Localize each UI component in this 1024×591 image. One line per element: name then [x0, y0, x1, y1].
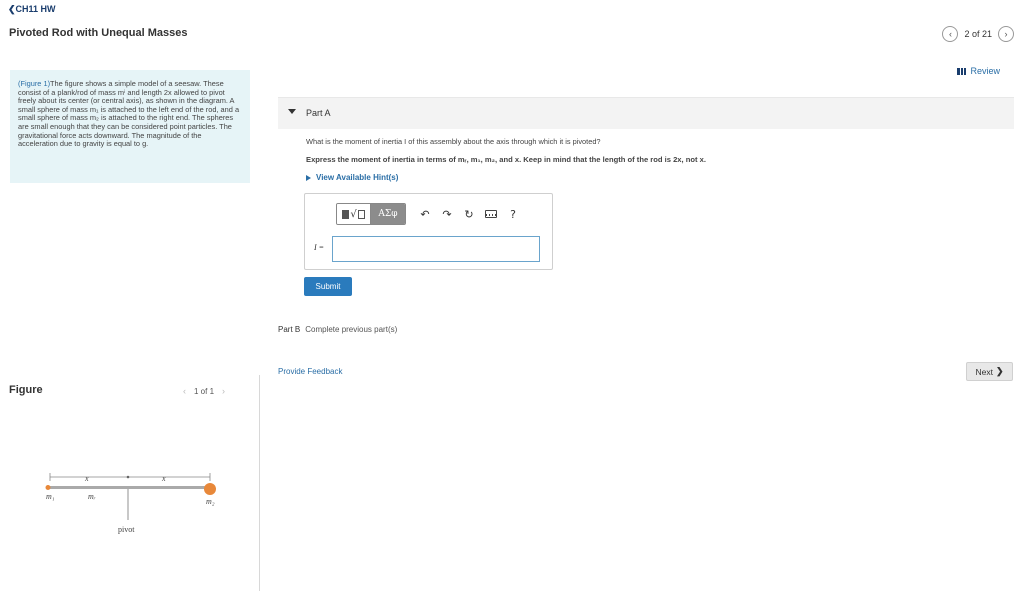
seesaw-diagram: x x m₁ mᵣ m₂ pivot	[45, 473, 216, 534]
panel-divider	[259, 375, 260, 591]
hints-label: View Available Hint(s)	[316, 173, 399, 182]
radical-icon: √	[350, 208, 357, 220]
part-a-header[interactable]	[278, 97, 1014, 129]
problem-pager: ‹ 2 of 21 ›	[942, 26, 1014, 42]
figure-pager: ‹ 1 of 1 ›	[183, 386, 225, 396]
figure-prev-button[interactable]: ‹	[183, 386, 186, 396]
figure-pager-text: 1 of 1	[194, 386, 215, 396]
sphere-m2	[204, 483, 216, 495]
part-a-label: Part A	[306, 108, 331, 118]
answer-input[interactable]	[332, 236, 540, 262]
sphere-m1	[45, 485, 51, 490]
undo-icon[interactable]: ↶	[414, 208, 436, 221]
part-b-row: Part B Complete previous part(s)	[278, 325, 397, 334]
review-link[interactable]: Review	[957, 66, 1000, 76]
m1-label: m₁	[46, 492, 55, 501]
input-label: I =	[314, 243, 325, 252]
dimension-center-dot	[126, 475, 130, 479]
pager-text: 2 of 21	[964, 29, 992, 39]
view-hints-link[interactable]: View Available Hint(s)	[306, 173, 398, 182]
figure-next-button[interactable]: ›	[222, 386, 225, 396]
keyboard-icon[interactable]	[485, 210, 497, 218]
greek-symbols-button[interactable]: AΣφ	[371, 204, 405, 224]
template-box-icon	[357, 209, 365, 219]
pivot-label: pivot	[118, 525, 135, 534]
chevron-right-icon: ›	[1004, 29, 1008, 39]
m2-label: m₂	[206, 497, 215, 506]
review-label: Review	[970, 66, 1000, 76]
chevron-left-icon: ❮	[8, 4, 16, 14]
page-title: Pivoted Rod with Unequal Masses	[9, 27, 188, 39]
chevron-right-icon: ❯	[995, 366, 1004, 376]
submit-button[interactable]: Submit	[304, 277, 352, 296]
back-link-label: CH11 HW	[15, 4, 56, 14]
mr-label: mᵣ	[88, 492, 96, 501]
problem-description: (Figure 1)The figure shows a simple mode…	[10, 70, 250, 183]
reset-icon[interactable]: ↻	[458, 208, 480, 221]
x-label-left: x	[84, 474, 89, 483]
previous-problem-button[interactable]: ‹	[942, 26, 959, 42]
x-label-right: x	[161, 474, 166, 483]
part-a-instruction: Express the moment of inertia in terms o…	[306, 155, 706, 164]
next-problem-button[interactable]: ›	[998, 26, 1014, 42]
help-button[interactable]: ?	[502, 208, 524, 221]
rod	[48, 486, 210, 489]
review-icon	[957, 67, 967, 75]
collapse-arrow-icon[interactable]	[288, 109, 296, 114]
part-b-status: Complete previous part(s)	[305, 325, 398, 334]
template-square-icon	[342, 209, 350, 219]
description-text: The figure shows a simple model of a see…	[18, 79, 240, 149]
template-button-group: √ AΣφ	[336, 203, 406, 225]
provide-feedback-link[interactable]: Provide Feedback	[278, 367, 342, 376]
chevron-left-icon: ‹	[948, 29, 952, 39]
redo-icon[interactable]: ↷	[436, 208, 458, 221]
part-a-question: What is the moment of inertia I of this …	[306, 137, 601, 146]
next-label: Next	[975, 366, 993, 377]
figure-heading: Figure	[9, 384, 43, 396]
back-link[interactable]: ❮CH11 HW	[8, 4, 56, 15]
templates-button[interactable]: √	[337, 204, 371, 224]
caret-right-icon	[306, 174, 311, 181]
math-toolbar: √ AΣφ ↶ ↷ ↻ ?	[336, 203, 524, 225]
part-b-label: Part B	[278, 325, 301, 334]
next-button[interactable]: Next ❯	[966, 362, 1013, 381]
